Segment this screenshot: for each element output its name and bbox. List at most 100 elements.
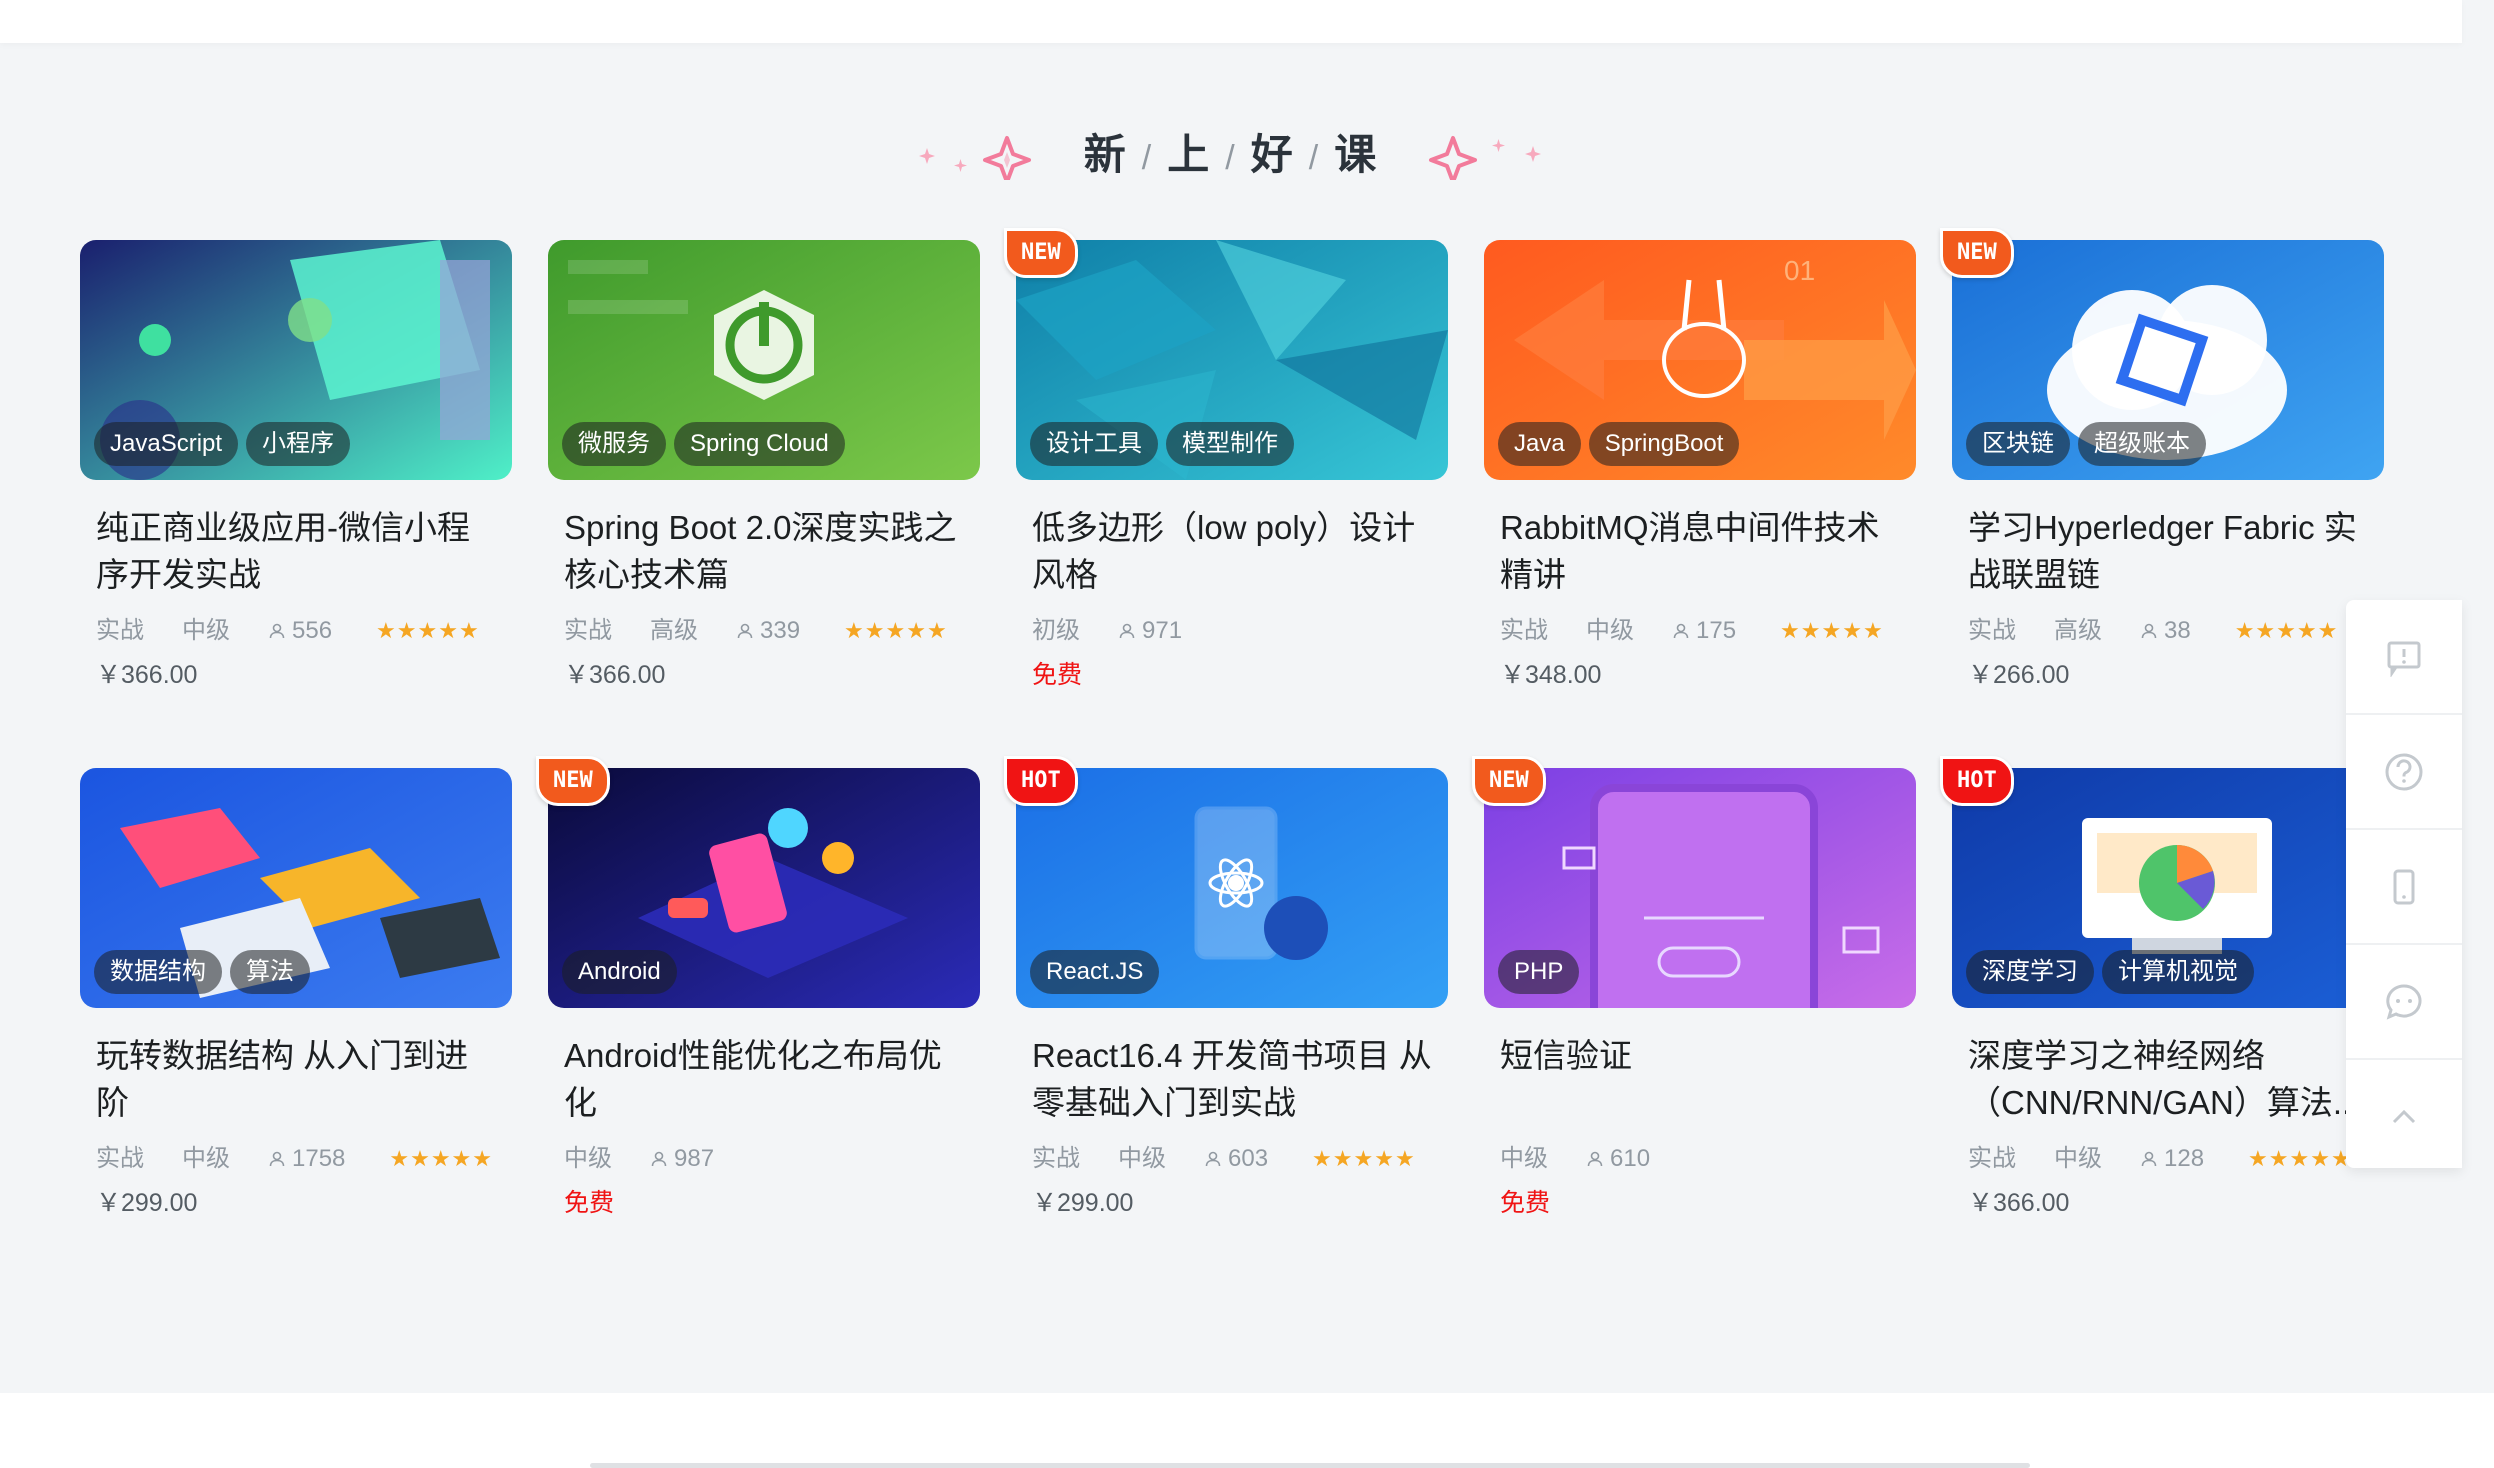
course-level: 中级 [1586, 617, 1634, 644]
course-card[interactable]: 01 Java SpringBoot RabbitMQ消息中间件技术精讲 实战 中级… [1484, 240, 1916, 692]
course-tag: JavaScript [94, 422, 239, 466]
student-count: 1758 [268, 1142, 345, 1176]
course-title[interactable]: 纯正商业级应用-微信小程序开发实战 [96, 504, 496, 598]
course-tags: Java SpringBoot [1498, 422, 1740, 466]
course-meta: 中级 987 [564, 1142, 964, 1176]
back-to-top-button[interactable] [2346, 1060, 2462, 1173]
course-thumbnail[interactable]: 微服务 Spring Cloud [548, 240, 980, 480]
course-thumbnail[interactable]: 深度学习 计算机视觉 [1952, 768, 2384, 1008]
course-title[interactable]: React16.4 开发简书项目 从零基础入门到实战 [1032, 1032, 1432, 1126]
course-thumbnail[interactable]: React.JS [1016, 768, 1448, 1008]
course-card[interactable]: NEW 区块链 超级账本 学习Hyperledger Fabric 实战联盟链 实… [1940, 228, 2384, 692]
new-badge: NEW [1004, 228, 1078, 278]
student-count: 556 [268, 614, 332, 648]
course-card[interactable]: 数据结构 算法 玩转数据结构 从入门到进阶 实战 中级 1758 ★★★★★ ￥299.… [80, 768, 512, 1220]
course-tag: 微服务 [562, 422, 666, 466]
course-title[interactable]: RabbitMQ消息中间件技术精讲 [1500, 504, 1900, 598]
course-level: 中级 [182, 617, 230, 644]
course-card[interactable]: JavaScript 小程序 纯正商业级应用-微信小程序开发实战 实战 中级 556 ★… [80, 240, 512, 692]
course-tags: Android [562, 950, 677, 994]
course-level: 中级 [1118, 1145, 1166, 1172]
feedback-button[interactable] [2346, 600, 2462, 715]
rating-stars: ★★★★★ [1780, 618, 1884, 643]
student-count: 971 [1118, 614, 1182, 648]
course-price: ￥366.00 [564, 661, 666, 689]
course-tag: 设计工具 [1030, 422, 1158, 466]
course-thumbnail[interactable]: 01 Java SpringBoot [1484, 240, 1916, 480]
course-price: 免费 [1500, 1189, 1551, 1217]
new-badge: NEW [1472, 756, 1546, 806]
course-level: 中级 [2054, 1145, 2102, 1172]
course-thumbnail[interactable]: PHP [1484, 768, 1916, 1008]
course-card[interactable]: 微服务 Spring Cloud Spring Boot 2.0深度实践之核心技术… [548, 240, 980, 692]
course-type: 实战 [1500, 617, 1548, 644]
course-title[interactable]: 玩转数据结构 从入门到进阶 [96, 1032, 496, 1126]
course-tag: React.JS [1030, 950, 1160, 994]
new-badge: NEW [536, 756, 610, 806]
students-icon [1119, 623, 1135, 639]
help-icon [2385, 753, 2423, 790]
student-count: 128 [2140, 1142, 2204, 1176]
course-card[interactable]: NEW PHP 短信验证 中级 610 免费 [1472, 756, 1916, 1220]
student-count: 339 [736, 614, 800, 648]
footer-area [0, 1393, 2494, 1468]
course-card[interactable]: HOT React.JS React16.4 开发简书项目 从零基础入门到实战 … [1004, 756, 1448, 1220]
course-card[interactable]: HOT 深度学习 计算机视觉 深度学习之神经网络（CNN/RNN/GAN）算法..… [1940, 756, 2384, 1220]
course-thumbnail[interactable]: JavaScript 小程序 [80, 240, 512, 480]
course-title[interactable]: 低多边形（low poly）设计风格 [1032, 504, 1432, 598]
course-card[interactable]: NEW Android Android性能优化之布局优化 中级 987 免费 [536, 756, 980, 1220]
course-meta: 实战 中级 175 ★★★★★ [1500, 614, 1900, 648]
student-count-value: 128 [2164, 1145, 2205, 1172]
course-type: 实战 [1968, 617, 2016, 644]
help-button[interactable] [2346, 715, 2462, 830]
course-title[interactable]: Spring Boot 2.0深度实践之核心技术篇 [564, 504, 964, 598]
course-tag: PHP [1498, 950, 1580, 994]
title-char: 新 [1083, 131, 1128, 178]
student-count-value: 339 [760, 617, 801, 644]
course-thumbnail[interactable]: 数据结构 算法 [80, 768, 512, 1008]
top-header-bar [0, 0, 2462, 43]
course-title[interactable]: Android性能优化之布局优化 [564, 1032, 964, 1126]
course-price: ￥299.00 [96, 1189, 198, 1217]
course-tag: Spring Cloud [674, 422, 845, 466]
feedback-icon [2387, 641, 2421, 677]
course-thumbnail[interactable]: Android [548, 768, 980, 1008]
rating-stars: ★★★★★ [2248, 1146, 2352, 1171]
mobile-app-button[interactable] [2346, 830, 2462, 945]
title-separator: / [1141, 139, 1154, 177]
course-tag: Java [1498, 422, 1581, 466]
course-tag: SpringBoot [1588, 422, 1740, 466]
course-title[interactable]: 深度学习之神经网络（CNN/RNN/GAN）算法... [1968, 1032, 2368, 1126]
course-meta: 中级 610 [1500, 1142, 1900, 1176]
course-title[interactable]: 短信验证 [1500, 1032, 1900, 1126]
student-count: 610 [1586, 1142, 1650, 1176]
hot-badge: HOT [1004, 756, 1078, 806]
title-char: 好 [1250, 131, 1295, 178]
chat-button[interactable] [2346, 945, 2462, 1060]
course-level: 高级 [650, 617, 698, 644]
course-type: 实战 [1032, 1145, 1080, 1172]
student-count: 987 [650, 1142, 714, 1176]
students-icon [1587, 1151, 1603, 1167]
course-thumbnail[interactable]: 设计工具 模型制作 [1016, 240, 1448, 480]
svg-text:01: 01 [1784, 255, 1815, 286]
mobile-icon [2393, 869, 2415, 904]
student-count-value: 971 [1142, 617, 1183, 644]
course-title[interactable]: 学习Hyperledger Fabric 实战联盟链 [1968, 504, 2368, 598]
rating-stars: ★★★★★ [844, 618, 948, 643]
course-price: 免费 [1032, 661, 1083, 689]
students-icon [1673, 623, 1689, 639]
course-type: 实战 [96, 1145, 144, 1172]
course-tag: 算法 [230, 950, 310, 994]
course-thumbnail[interactable]: 区块链 超级账本 [1952, 240, 2384, 480]
student-count-value: 175 [1696, 617, 1737, 644]
course-price: 免费 [564, 1189, 615, 1217]
student-count-value: 603 [1228, 1145, 1269, 1172]
title-separator: / [1225, 139, 1237, 177]
course-tags: React.JS [1030, 950, 1160, 994]
course-price: ￥299.00 [1032, 1189, 1134, 1217]
course-tag: Android [562, 950, 677, 994]
course-tags: 深度学习 计算机视觉 [1966, 950, 2254, 994]
course-card[interactable]: NEW 设计工具 模型制作 低多边形（low poly）设计风格 初级 971 免费 [1004, 228, 1448, 692]
course-meta: 实战 中级 603 ★★★★★ [1032, 1142, 1432, 1176]
